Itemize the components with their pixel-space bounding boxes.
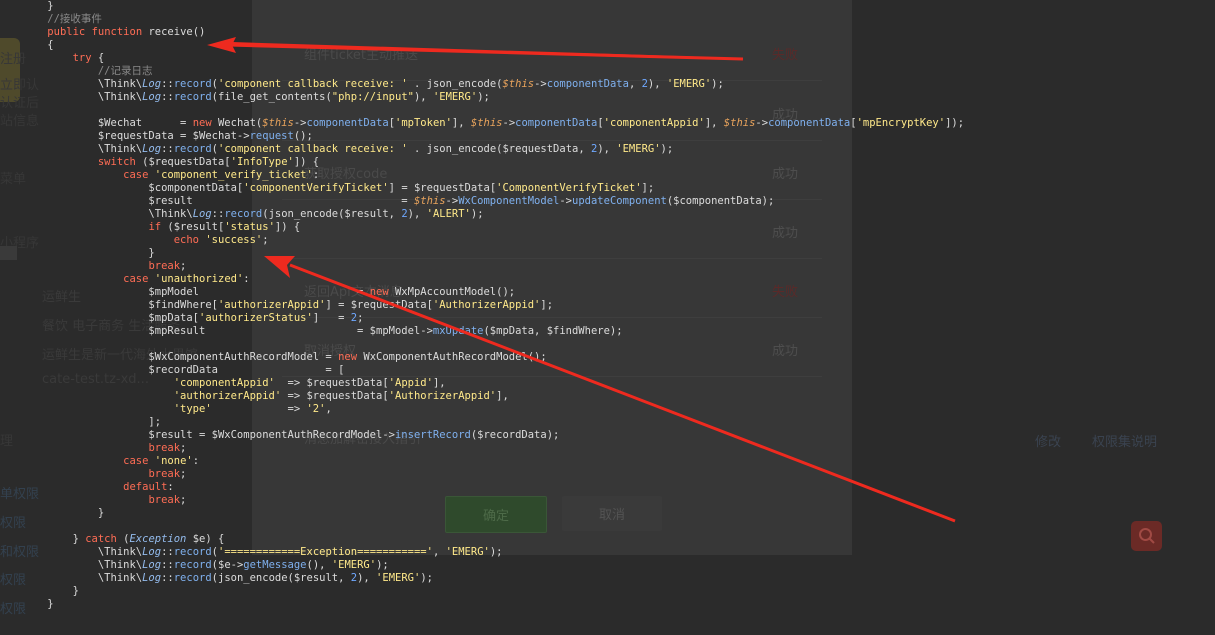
code-line: $mpData['authorizerStatus'] = 2; bbox=[22, 312, 364, 324]
code-line: //记录日志 bbox=[22, 65, 153, 77]
code-editor: } //接收事件 public function receive() { try… bbox=[0, 0, 1215, 635]
code-line: case 'component_verify_ticket': bbox=[123, 169, 320, 181]
code-line: 'type' => '2', bbox=[173, 403, 332, 415]
code-line: $Wechat = new Wechat($this->componentDat… bbox=[22, 117, 965, 129]
code-line: $componentData['componentVerifyTicket'] … bbox=[22, 182, 655, 194]
code-line: { bbox=[22, 39, 54, 51]
code-line: \Think\Log::record('component callback r… bbox=[22, 143, 674, 155]
code-line: } bbox=[22, 0, 54, 12]
code-line: \Think\Log::record('============Exceptio… bbox=[22, 546, 503, 558]
code-line: \Think\Log::record(json_encode($result, … bbox=[22, 572, 433, 584]
code-line: $WxComponentAuthRecordModel = new WxComp… bbox=[22, 351, 547, 363]
code-line: ]; bbox=[22, 416, 162, 428]
code-line: } bbox=[22, 247, 155, 259]
code-line: \Think\Log::record($e->getMessage(), 'EM… bbox=[22, 559, 389, 571]
code-line: 'componentAppid' => $requestData['Appid'… bbox=[173, 377, 446, 389]
code-line: break; bbox=[148, 468, 187, 480]
code-line: 'authorizerAppid' => $requestData['Autho… bbox=[173, 390, 509, 402]
code-line: default: bbox=[123, 481, 174, 493]
code-line: switch ($requestData['InfoType']) { bbox=[97, 156, 320, 168]
code-line: //接收事件 bbox=[22, 13, 102, 25]
code-line: break; bbox=[148, 442, 187, 454]
code-line: echo 'success'; bbox=[173, 234, 269, 246]
code-line: $findWhere['authorizerAppid'] = $request… bbox=[22, 299, 554, 311]
code-line: $result = $this->WxComponentModel->updat… bbox=[22, 195, 775, 207]
code-line: \Think\Log::record('component callback r… bbox=[22, 78, 724, 90]
code-line: $mpResult = $mpModel->mxUpdate($mpData, … bbox=[22, 325, 623, 337]
code-line: \Think\Log::record(json_encode($result, … bbox=[22, 208, 484, 220]
code-line: break; bbox=[148, 494, 187, 506]
code-line: if ($result['status']) { bbox=[148, 221, 301, 233]
code-line: try { bbox=[72, 52, 105, 64]
code-line: \Think\Log::record(file_get_contents("ph… bbox=[22, 91, 490, 103]
code-line: } catch (Exception $e) { bbox=[22, 533, 225, 545]
code-line: $mpModel = new WxMpAccountModel(); bbox=[22, 286, 516, 298]
code-line: break; bbox=[148, 260, 187, 272]
code-line: } bbox=[22, 598, 54, 610]
code-line: } bbox=[22, 507, 105, 519]
code-line: $recordData = [ bbox=[22, 364, 345, 376]
code-line: public function receive() bbox=[47, 26, 206, 38]
code-line: } bbox=[22, 585, 79, 597]
code-line: $result = $WxComponentAuthRecordModel->i… bbox=[22, 429, 560, 441]
code-line: $requestData = $Wechat->request(); bbox=[22, 130, 313, 142]
code-line: case 'none': bbox=[123, 455, 200, 467]
code-line: case 'unauthorized': bbox=[123, 273, 250, 285]
